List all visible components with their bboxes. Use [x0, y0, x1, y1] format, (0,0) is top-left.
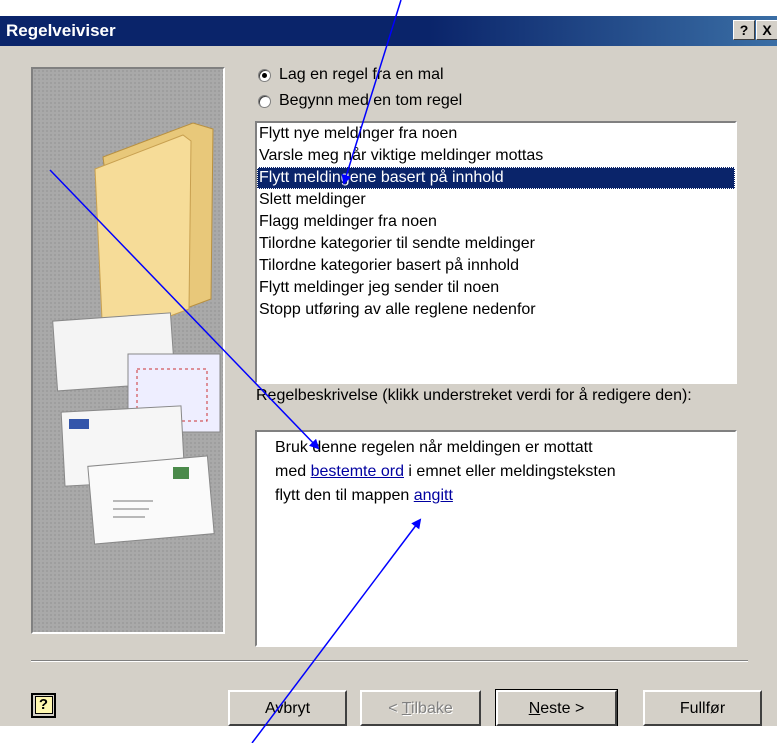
- radio-circle[interactable]: [258, 95, 271, 108]
- cancel-button[interactable]: Avbryt: [228, 690, 347, 726]
- radio-circle[interactable]: [258, 69, 271, 82]
- finish-button[interactable]: Fullfør: [643, 690, 762, 726]
- next-button[interactable]: Neste >: [495, 689, 618, 726]
- list-item[interactable]: Stopp utføring av alle reglene nedenfor: [257, 299, 735, 321]
- description-text: flytt den til mappen: [275, 487, 414, 504]
- description-text: i emnet eller meldingsteksten: [403, 463, 616, 480]
- description-line-3: flytt den til mappen angitt: [275, 484, 735, 508]
- folder-envelopes-illustration: [52, 122, 221, 545]
- list-item[interactable]: Flagg meldinger fra noen: [257, 211, 735, 233]
- list-item[interactable]: Varsle meg når viktige meldinger mottas: [257, 145, 735, 167]
- envelope-stack: [52, 312, 221, 545]
- list-item[interactable]: Tilordne kategorier til sendte meldinger: [257, 233, 735, 255]
- rule-description-box: Bruk denne regelen når meldingen er mott…: [255, 430, 737, 647]
- description-line-2: med bestemte ord i emnet eller meldingst…: [275, 460, 735, 484]
- title-bar[interactable]: Regelveiviser ? X: [0, 16, 777, 46]
- template-list[interactable]: Flytt nye meldinger fra noen Varsle meg …: [255, 121, 737, 384]
- next-label-rest: este >: [540, 700, 585, 717]
- description-text: med: [275, 463, 311, 480]
- close-button[interactable]: X: [756, 20, 777, 40]
- radio-from-template[interactable]: Lag en regel fra en mal: [258, 66, 718, 88]
- window-title: Regelveiviser: [6, 21, 116, 40]
- list-item[interactable]: Flytt meldinger jeg sender til noen: [257, 277, 735, 299]
- radio-blank-rule-label[interactable]: Begynn med en tom regel: [279, 92, 462, 110]
- radio-selected-dot: [262, 73, 267, 78]
- back-accesskey: T: [401, 700, 411, 717]
- list-item-selected[interactable]: Flytt meldingene basert på innhold: [257, 167, 735, 189]
- wizard-illustration: [31, 67, 225, 634]
- next-accesskey: N: [528, 700, 541, 717]
- description-line-1: Bruk denne regelen når meldingen er mott…: [275, 439, 593, 456]
- specified-folder-link[interactable]: angitt: [414, 487, 453, 504]
- specific-words-link[interactable]: bestemte ord: [311, 463, 404, 480]
- rule-description-label: Regelbeskrivelse (klikk understreket ver…: [256, 387, 692, 404]
- help-icon: ?: [34, 696, 53, 714]
- radio-blank-rule[interactable]: Begynn med en tom regel: [258, 92, 718, 114]
- help-icon-button[interactable]: ?: [31, 693, 56, 718]
- back-label: <: [388, 700, 402, 717]
- rules-wizard-window: Regelveiviser ? X Lag en regel fra en ma…: [0, 16, 777, 726]
- back-label-rest: ilbake: [410, 700, 453, 717]
- help-button[interactable]: ?: [733, 20, 755, 40]
- list-item[interactable]: Slett meldinger: [257, 189, 735, 211]
- list-item[interactable]: Flytt nye meldinger fra noen: [257, 123, 735, 145]
- radio-from-template-label[interactable]: Lag en regel fra en mal: [279, 66, 444, 84]
- list-item[interactable]: Tilordne kategorier basert på innhold: [257, 255, 735, 277]
- back-button[interactable]: < Tilbake: [360, 690, 481, 726]
- separator: [31, 660, 748, 662]
